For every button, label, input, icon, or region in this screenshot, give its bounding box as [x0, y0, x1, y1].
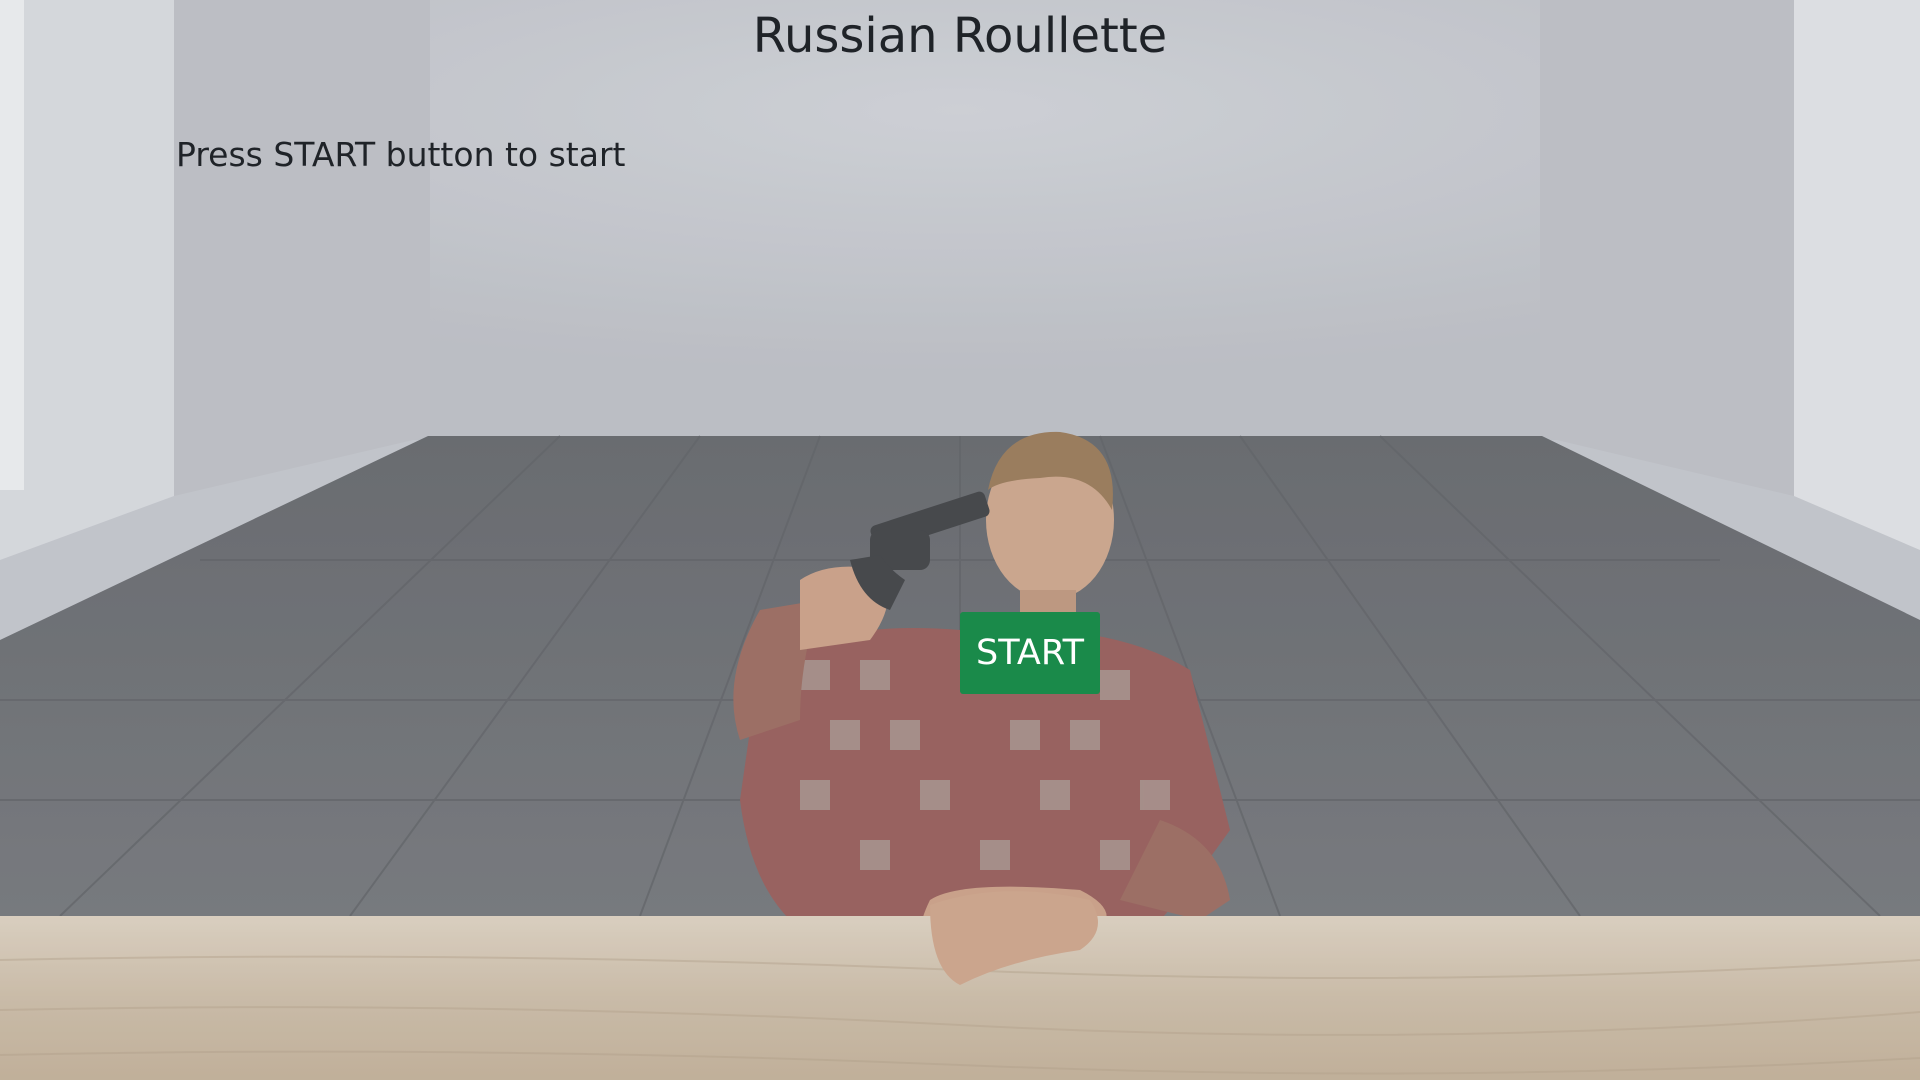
game-title: Russian Roullette [752, 8, 1168, 64]
status-message: Press START button to start [176, 135, 626, 174]
game-scene: Russian Roullette Press START button to … [0, 0, 1920, 1080]
start-button[interactable]: START [960, 612, 1100, 694]
